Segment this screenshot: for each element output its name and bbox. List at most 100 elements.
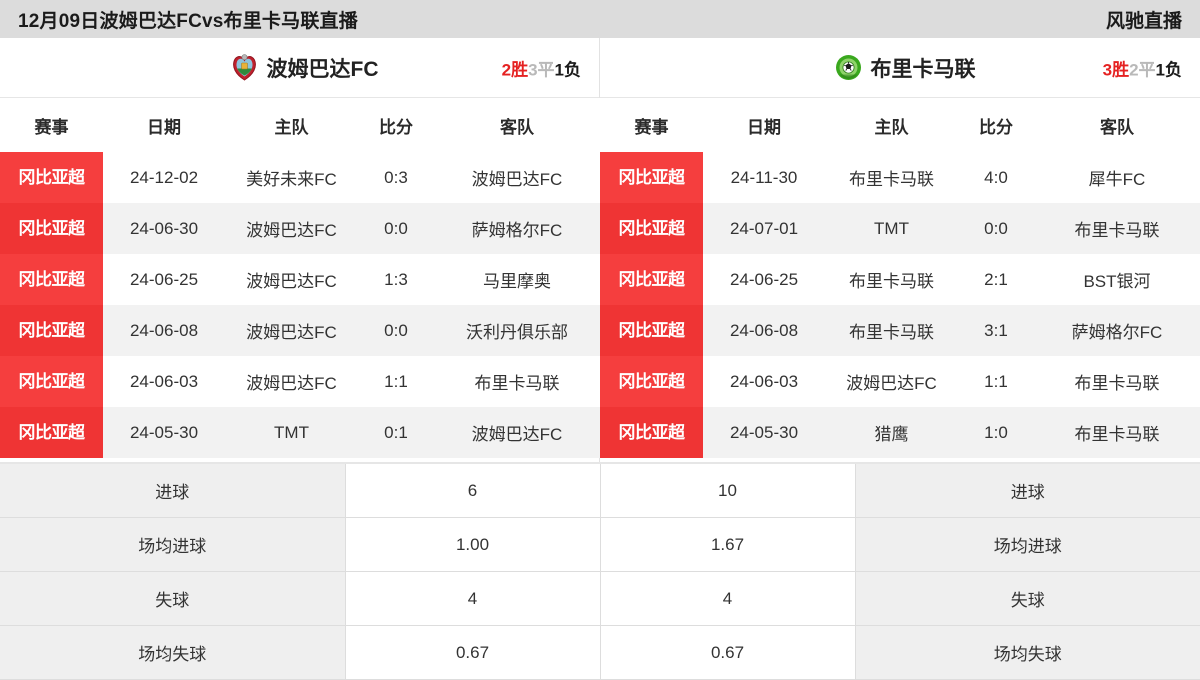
- match-date: 24-07-01: [703, 203, 825, 254]
- league-cell: 冈比亚超: [600, 203, 703, 254]
- table-row[interactable]: 冈比亚超 24-06-08 布里卡马联 3:1 萨姆格尔FC: [600, 305, 1200, 356]
- away-team: 布里卡马联: [1034, 356, 1200, 407]
- stats-row: 进球 6 10 进球: [0, 462, 1200, 518]
- stat-right-label: 失球: [854, 571, 1200, 626]
- match-score: 0:0: [358, 305, 434, 356]
- table-row[interactable]: 冈比亚超 24-06-30 波姆巴达FC 0:0 萨姆格尔FC: [0, 203, 600, 254]
- stat-right-value: 0.67: [599, 625, 856, 680]
- match-date: 24-12-02: [103, 152, 225, 203]
- right-team-identity[interactable]: 布里卡马联: [825, 53, 976, 83]
- away-team: 萨姆格尔FC: [1034, 305, 1200, 356]
- home-team: TMT: [225, 407, 358, 458]
- match-score: 1:3: [358, 254, 434, 305]
- match-score: 1:0: [958, 407, 1034, 458]
- table-row[interactable]: 冈比亚超 24-06-03 波姆巴达FC 1:1 布里卡马联: [600, 356, 1200, 407]
- table-row[interactable]: 冈比亚超 24-06-08 波姆巴达FC 0:0 沃利丹俱乐部: [0, 305, 600, 356]
- right-team-header: 布里卡马联 3胜2平1负: [600, 38, 1200, 98]
- left-matches-table: 赛事 日期 主队 比分 客队 冈比亚超 24-12-02 美好未来FC 0:3 …: [0, 98, 600, 458]
- column-header-home: 主队: [225, 98, 358, 152]
- home-team: 波姆巴达FC: [225, 356, 358, 407]
- right-draws-label: 平: [1138, 60, 1156, 79]
- league-cell: 冈比亚超: [600, 152, 703, 203]
- table-row[interactable]: 冈比亚超 24-06-25 波姆巴达FC 1:3 马里摩奥: [0, 254, 600, 305]
- column-header-score: 比分: [958, 98, 1034, 152]
- column-header-away: 客队: [434, 98, 600, 152]
- away-team: 波姆巴达FC: [434, 407, 600, 458]
- away-team: 马里摩奥: [434, 254, 600, 305]
- stat-left-value: 4: [344, 571, 601, 626]
- league-badge: 冈比亚超: [600, 356, 703, 407]
- right-team-record: 3胜2平1负: [1103, 55, 1182, 80]
- match-date: 24-11-30: [703, 152, 825, 203]
- home-team: 布里卡马联: [825, 305, 958, 356]
- right-matches-body: 冈比亚超 24-11-30 布里卡马联 4:0 犀牛FC 冈比亚超 24-07-…: [600, 152, 1200, 458]
- table-row[interactable]: 冈比亚超 24-06-25 布里卡马联 2:1 BST银河: [600, 254, 1200, 305]
- league-cell: 冈比亚超: [600, 254, 703, 305]
- league-badge: 冈比亚超: [600, 203, 703, 254]
- home-team: 布里卡马联: [825, 152, 958, 203]
- table-row[interactable]: 冈比亚超 24-12-02 美好未来FC 0:3 波姆巴达FC: [0, 152, 600, 203]
- match-date: 24-06-25: [703, 254, 825, 305]
- left-matches-body: 冈比亚超 24-12-02 美好未来FC 0:3 波姆巴达FC 冈比亚超 24-…: [0, 152, 600, 458]
- match-score: 0:0: [958, 203, 1034, 254]
- left-wins-label: 胜: [511, 60, 529, 79]
- stat-right-value: 10: [599, 462, 856, 518]
- away-team: 沃利丹俱乐部: [434, 305, 600, 356]
- left-losses-count: 1: [554, 60, 564, 79]
- match-score: 0:0: [358, 203, 434, 254]
- stat-left-value: 0.67: [344, 625, 601, 680]
- left-table-header-row: 赛事 日期 主队 比分 客队: [0, 98, 600, 152]
- column-header-date: 日期: [103, 98, 225, 152]
- top-bar: 12月09日波姆巴达FCvs布里卡马联直播 风驰直播: [0, 0, 1200, 38]
- left-team-pane: 波姆巴达FC 2胜3平1负 赛事 日期 主队 比分 客队 冈比亚超 24-12-…: [0, 38, 600, 462]
- table-row[interactable]: 冈比亚超 24-06-03 波姆巴达FC 1:1 布里卡马联: [0, 356, 600, 407]
- football-crest-icon: [835, 54, 862, 81]
- table-row[interactable]: 冈比亚超 24-05-30 猎鹰 1:0 布里卡马联: [600, 407, 1200, 458]
- left-team-name: 波姆巴达FC: [266, 57, 379, 81]
- right-table-header-row: 赛事 日期 主队 比分 客队: [600, 98, 1200, 152]
- table-row[interactable]: 冈比亚超 24-05-30 TMT 0:1 波姆巴达FC: [0, 407, 600, 458]
- stats-comparison-table: 进球 6 10 进球 场均进球 1.00 1.67 场均进球 失球 4 4 失球…: [0, 462, 1200, 680]
- stats-row: 场均进球 1.00 1.67 场均进球: [0, 517, 1200, 572]
- site-brand: 风驰直播: [1105, 10, 1182, 32]
- league-cell: 冈比亚超: [600, 407, 703, 458]
- match-date: 24-06-03: [103, 356, 225, 407]
- right-matches-table: 赛事 日期 主队 比分 客队 冈比亚超 24-11-30 布里卡马联 4:0 犀…: [600, 98, 1200, 458]
- table-row[interactable]: 冈比亚超 24-07-01 TMT 0:0 布里卡马联: [600, 203, 1200, 254]
- stat-left-value: 1.00: [344, 517, 601, 572]
- league-cell: 冈比亚超: [0, 152, 103, 203]
- match-date: 24-06-08: [703, 305, 825, 356]
- table-row[interactable]: 冈比亚超 24-11-30 布里卡马联 4:0 犀牛FC: [600, 152, 1200, 203]
- match-score: 0:3: [358, 152, 434, 203]
- match-score: 3:1: [958, 305, 1034, 356]
- league-cell: 冈比亚超: [0, 305, 103, 356]
- home-team: 布里卡马联: [825, 254, 958, 305]
- left-team-header: 波姆巴达FC 2胜3平1负: [0, 38, 599, 98]
- match-date: 24-05-30: [703, 407, 825, 458]
- match-score: 2:1: [958, 254, 1034, 305]
- league-badge: 冈比亚超: [0, 305, 103, 356]
- left-draws-label: 平: [537, 60, 555, 79]
- shield-crest-icon: [231, 54, 258, 81]
- away-team: 波姆巴达FC: [434, 152, 600, 203]
- away-team: 布里卡马联: [1034, 407, 1200, 458]
- right-losses-label: 负: [1165, 60, 1182, 79]
- right-team-pane: 布里卡马联 3胜2平1负 赛事 日期 主队 比分 客队 冈比亚超 24-11-3…: [600, 38, 1200, 462]
- left-team-identity[interactable]: 波姆巴达FC: [221, 53, 379, 83]
- league-cell: 冈比亚超: [0, 407, 103, 458]
- away-team: 布里卡马联: [434, 356, 600, 407]
- league-badge: 冈比亚超: [600, 407, 703, 458]
- stat-left-label: 场均失球: [0, 625, 346, 680]
- page-title: 12月09日波姆巴达FCvs布里卡马联直播: [18, 10, 358, 32]
- away-team: 布里卡马联: [1034, 203, 1200, 254]
- stat-right-label: 场均进球: [854, 517, 1200, 572]
- league-badge: 冈比亚超: [600, 254, 703, 305]
- home-team: 波姆巴达FC: [225, 305, 358, 356]
- home-team: 波姆巴达FC: [225, 203, 358, 254]
- away-team: 萨姆格尔FC: [434, 203, 600, 254]
- stat-right-value: 1.67: [599, 517, 856, 572]
- right-losses-count: 1: [1155, 60, 1165, 79]
- stat-right-label: 场均失球: [854, 625, 1200, 680]
- home-team: 波姆巴达FC: [825, 356, 958, 407]
- league-badge: 冈比亚超: [0, 152, 103, 203]
